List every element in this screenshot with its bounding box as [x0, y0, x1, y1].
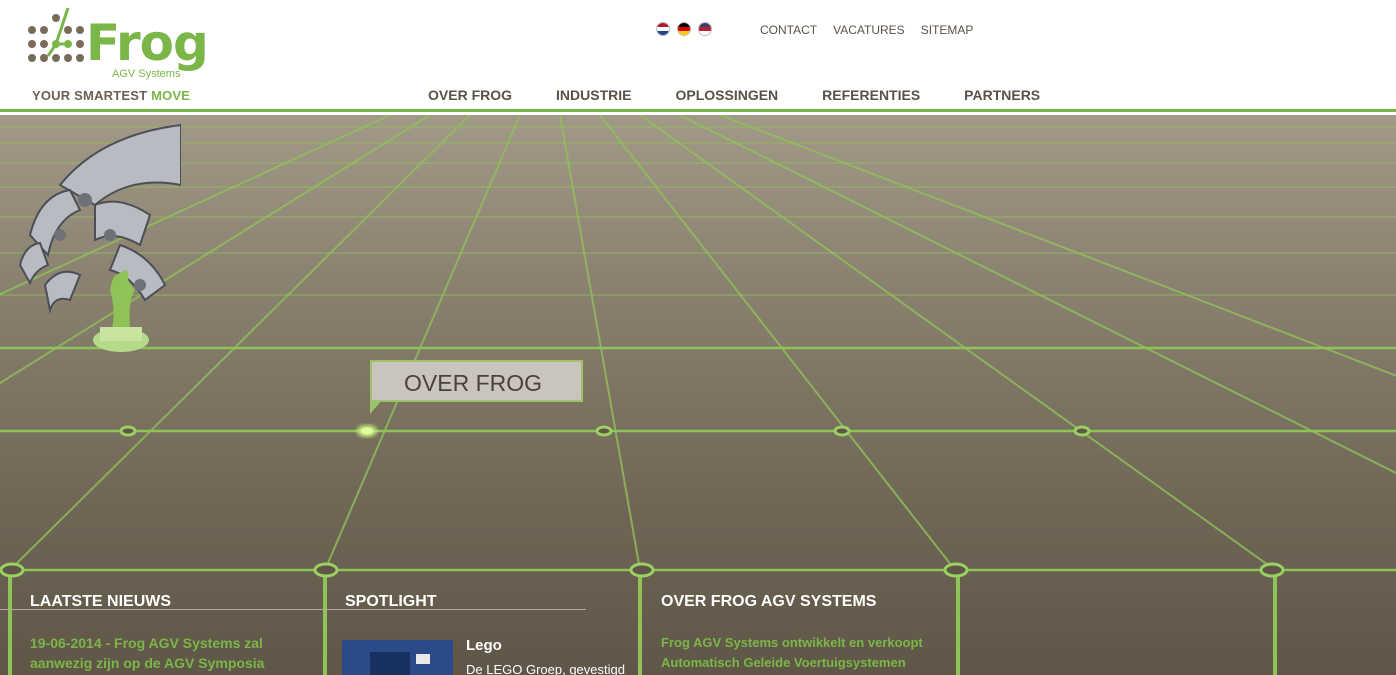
- perspective-grid: [0, 115, 1396, 675]
- logo-subtitle: AGV Systems: [112, 68, 181, 80]
- logo-dots-icon: [28, 7, 84, 62]
- frog-logo[interactable]: Frog AGV Systems: [26, 6, 209, 86]
- about-line2: Automatisch Geleide Voertuigsystemen: [661, 655, 906, 670]
- site-header: Frog AGV Systems YOUR SMARTEST MOVE CONT…: [0, 0, 1396, 112]
- flag-netherlands-icon[interactable]: [656, 22, 670, 36]
- tagline-part2: MOVE: [151, 88, 191, 103]
- spotlight-thumbnail[interactable]: [342, 640, 453, 675]
- news-item-line2[interactable]: aanwezig zijn op de AGV Symposia: [30, 653, 264, 673]
- spotlight-heading: SPOTLIGHT: [345, 593, 437, 610]
- spotlight-item-title[interactable]: Lego: [466, 637, 502, 654]
- news-item-line1[interactable]: 19-06-2014 - Frog AGV Systems zal: [30, 633, 263, 653]
- top-links: CONTACT VACATURES SITEMAP: [760, 23, 973, 37]
- robot-hand-chess-image: [18, 123, 181, 352]
- nav-industrie[interactable]: INDUSTRIE: [556, 87, 631, 103]
- callout-label: OVER FROG: [404, 370, 543, 396]
- flag-usa-icon[interactable]: [698, 22, 712, 36]
- callout-pointer: [370, 400, 382, 414]
- language-switcher: [656, 22, 712, 36]
- tagline-part1: YOUR SMARTEST: [32, 88, 152, 103]
- vacatures-link[interactable]: VACATURES: [833, 23, 905, 37]
- flag-germany-icon[interactable]: [677, 22, 691, 36]
- about-heading: OVER FROG AGV SYSTEMS: [661, 593, 877, 610]
- nav-oplossingen[interactable]: OPLOSSINGEN: [675, 87, 778, 103]
- tagline: YOUR SMARTEST MOVE: [32, 88, 190, 103]
- main-nav: OVER FROG INDUSTRIE OPLOSSINGEN REFERENT…: [428, 87, 1084, 103]
- news-divider: [0, 609, 586, 610]
- contact-link[interactable]: CONTACT: [760, 23, 817, 37]
- over-frog-callout[interactable]: OVER FROG: [370, 360, 583, 402]
- spotlight-item-text: De LEGO Groep, gevestigd: [466, 662, 625, 675]
- about-line1: Frog AGV Systems ontwikkelt en verkoopt: [661, 635, 923, 650]
- nav-over-frog[interactable]: OVER FROG: [428, 87, 512, 103]
- sitemap-link[interactable]: SITEMAP: [921, 23, 974, 37]
- nav-referenties[interactable]: REFERENTIES: [822, 87, 920, 103]
- logo-wordmark: Frog: [86, 14, 209, 72]
- hero-grid: OVER FROG LAATSTE NIEUWS 19-06-2014 - Fr…: [0, 115, 1396, 675]
- nav-partners[interactable]: PARTNERS: [964, 87, 1040, 103]
